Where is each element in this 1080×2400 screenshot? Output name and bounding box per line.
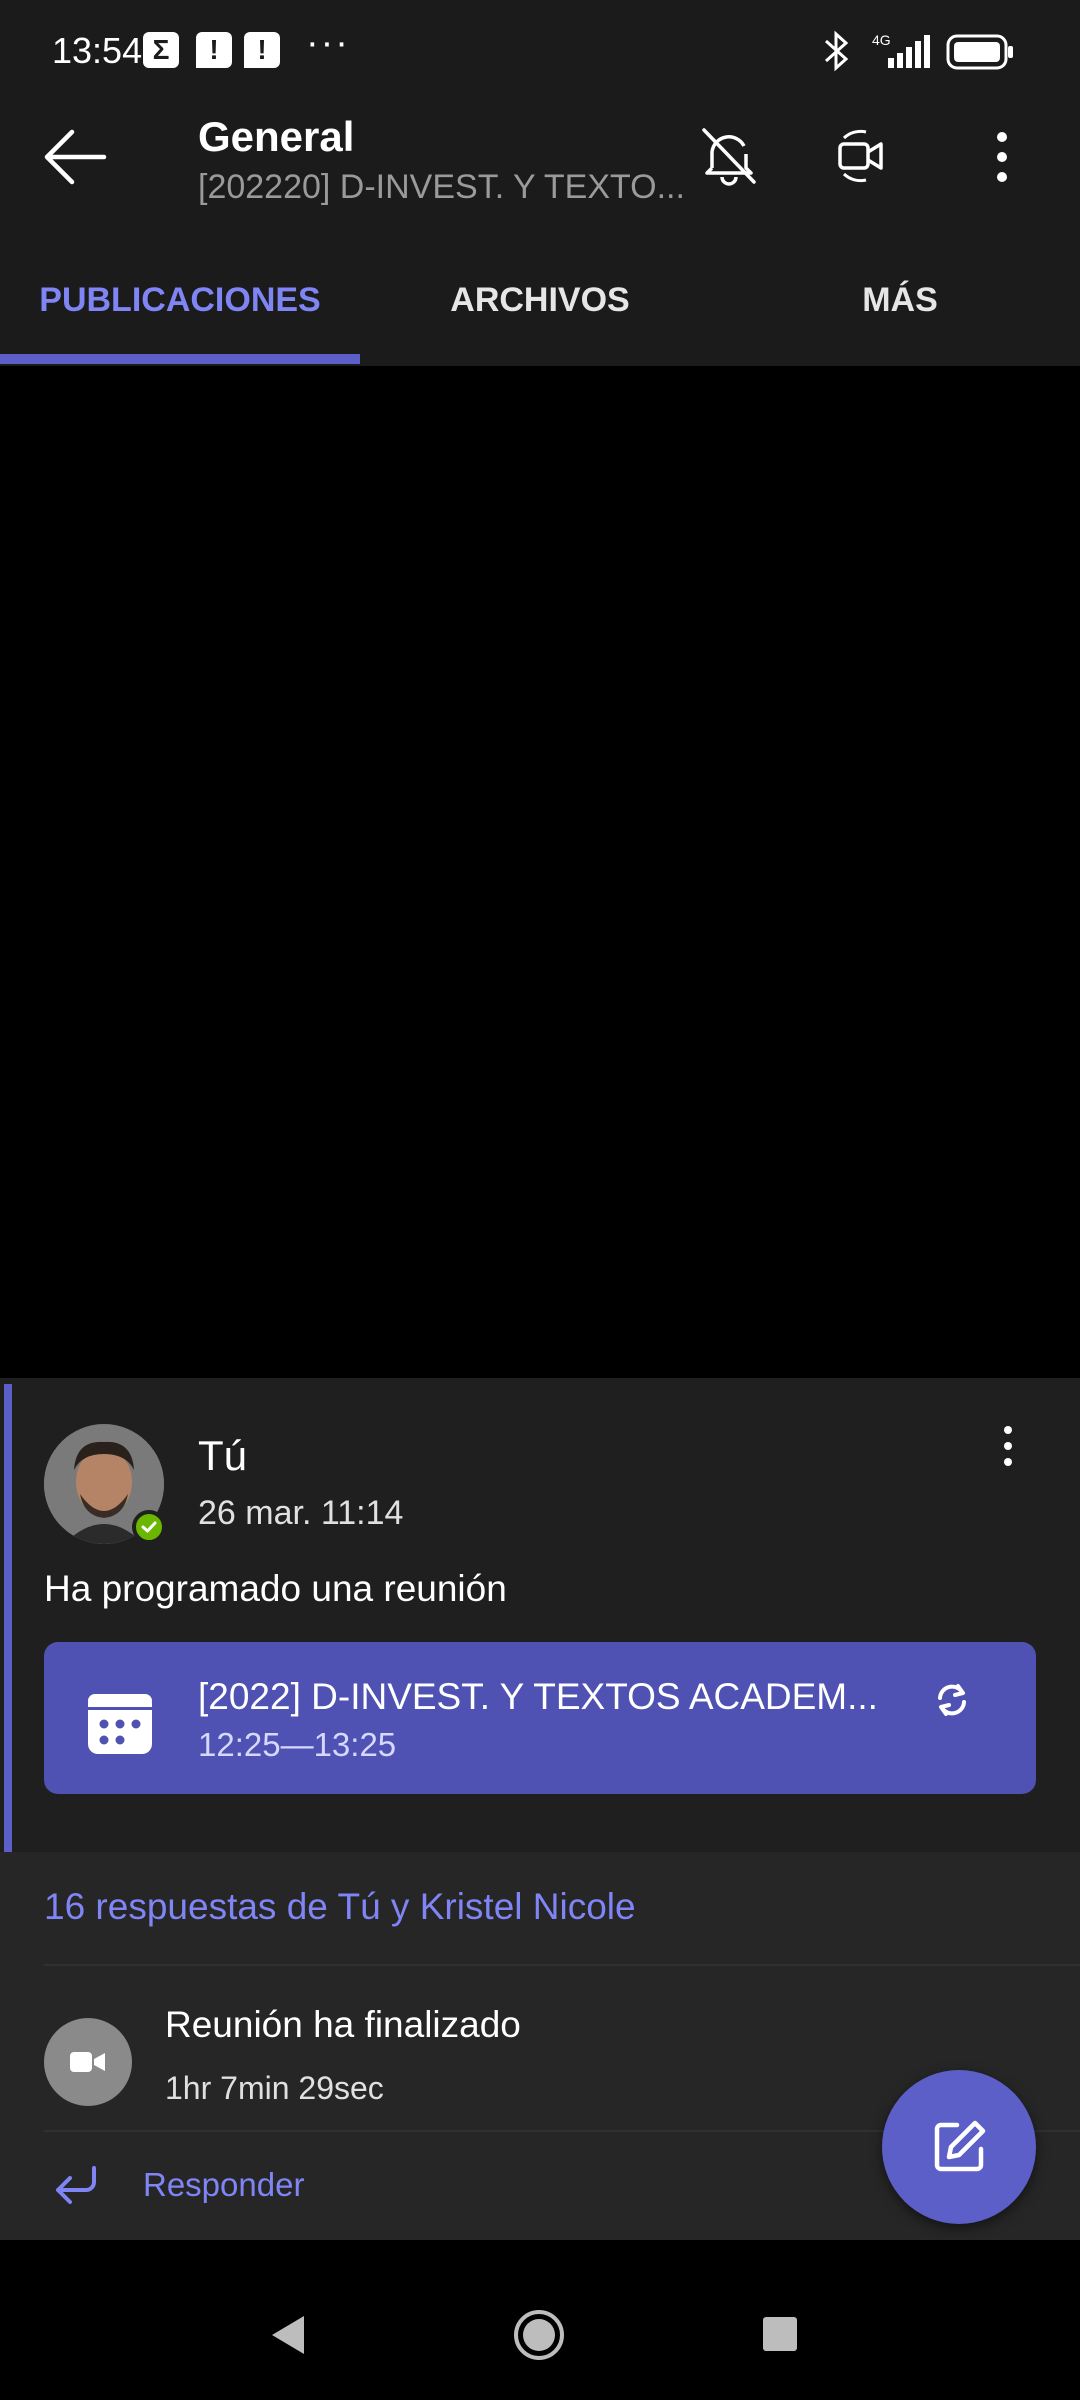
meeting-card[interactable] [44,1642,1036,1794]
meeting-title: [2022] D-INVEST. Y TEXTOS ACADEM... [198,1676,878,1717]
replies-summary-link[interactable]: 16 respuestas de Tú y Kristel Nicole [44,1886,636,1928]
post-accent-bar [4,1384,12,1852]
team-name-subtitle: [202220] D-INVEST. Y TEXTO... [198,168,685,206]
reply-button[interactable]: Responder [143,2166,304,2204]
active-tab-indicator [0,354,360,364]
alert-notification-icon: ! [196,32,232,68]
tab-publicaciones[interactable]: PUBLICACIONES [0,240,360,360]
post-timestamp: 26 mar. 11:14 [198,1494,404,1532]
tab-mas[interactable]: MÁS [720,240,1080,360]
channel-title: General [198,113,355,160]
alert-notification-icon-2: ! [244,32,280,68]
nav-recents-icon[interactable] [762,2316,798,2352]
reply-icon[interactable] [50,2160,102,2212]
back-arrow-icon[interactable] [42,126,108,188]
post-text: Ha programado una reunión [44,1568,507,1609]
notifications-off-icon[interactable] [698,124,760,188]
post-author: Tú [198,1432,248,1479]
more-notifications-icon: ··· [306,22,350,64]
calendar-icon [88,1694,152,1754]
conversation-empty-area [0,366,1080,1378]
recurring-icon [938,1684,966,1716]
bluetooth-icon [824,30,849,72]
meeting-duration: 1hr 7min 29sec [165,2070,384,2106]
meeting-ended-title: Reunión ha finalizado [165,2004,521,2045]
nav-back-icon[interactable] [270,2314,306,2356]
meeting-ended-icon [44,2018,132,2106]
signal-icon [888,35,930,68]
status-time: 13:54 [52,30,143,71]
presence-available-icon [132,1510,166,1544]
divider [44,1964,1080,1966]
meeting-time: 12:25—13:25 [198,1726,397,1763]
post-more-options-icon[interactable] [998,1424,1018,1470]
sigma-notification-icon: Σ [143,32,179,68]
tab-archivos[interactable]: ARCHIVOS [360,240,720,360]
meet-now-icon[interactable] [836,124,886,188]
nav-home-icon[interactable] [512,2308,566,2362]
battery-icon [946,34,1013,70]
compose-icon [934,2120,986,2172]
more-options-icon[interactable] [992,130,1012,184]
new-post-button[interactable] [882,2070,1036,2224]
